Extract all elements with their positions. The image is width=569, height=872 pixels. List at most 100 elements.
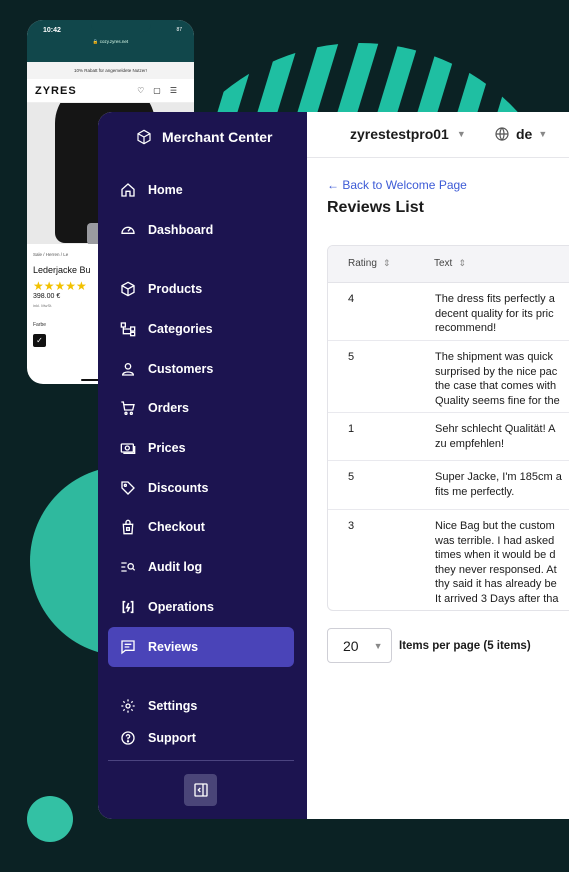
phone-notch xyxy=(91,20,151,32)
text-cell: The shipment was quick surprised by the … xyxy=(435,351,560,407)
table-row[interactable]: 5 The shipment was quick surprised by th… xyxy=(328,341,569,413)
sidebar-item-label: Products xyxy=(148,282,203,296)
chevron-down-icon: ▼ xyxy=(538,129,548,139)
sidebar-item-dashboard[interactable]: Dashboard xyxy=(108,210,294,250)
heart-icon: ♡ xyxy=(137,86,154,95)
sidebar-item-categories[interactable]: Categories xyxy=(108,309,294,349)
table-row[interactable]: 5 Super Jacke, I'm 185cm a fits me perfe… xyxy=(328,461,569,510)
column-header-label: Rating xyxy=(348,258,377,269)
sidebar-item-label: Categories xyxy=(148,322,213,336)
sidebar-item-reviews[interactable]: Reviews xyxy=(108,627,294,667)
sidebar-item-label: Home xyxy=(148,183,183,197)
sidebar-item-label: Checkout xyxy=(148,520,205,534)
rating-cell: 1 xyxy=(348,423,355,435)
table-header: Rating ⇕ Text ⇕ xyxy=(328,246,569,283)
color-swatch: ✓ xyxy=(33,334,46,347)
box-icon xyxy=(120,281,136,297)
brand-name: Merchant Center xyxy=(162,129,273,145)
store-name: zyrestestpro01 xyxy=(350,126,449,142)
sort-icon: ⇕ xyxy=(382,258,391,268)
sort-icon: ⇕ xyxy=(458,258,466,268)
page-title: Reviews List xyxy=(327,199,424,216)
rating-cell: 4 xyxy=(348,293,355,305)
sidebar-item-discounts[interactable]: Discounts xyxy=(108,468,294,508)
sidebar: Merchant Center Home Dashboard Products … xyxy=(98,112,307,819)
shop-header: ZYRES ♡▢☰ xyxy=(27,79,194,103)
table-row[interactable]: 3 Nice Bag but the custom was terrible. … xyxy=(328,510,569,610)
sidebar-item-operations[interactable]: Operations xyxy=(108,587,294,627)
column-header-rating[interactable]: Rating ⇕ xyxy=(348,258,390,269)
text-cell: Nice Bag but the custom was terrible. I … xyxy=(435,520,559,605)
brand[interactable]: Merchant Center xyxy=(134,124,272,150)
text-cell: Sehr schlecht Qualität! A zu empfehlen! xyxy=(435,423,556,450)
globe-icon xyxy=(494,126,510,142)
sidebar-item-customers[interactable]: Customers xyxy=(108,349,294,389)
sidebar-item-orders[interactable]: Orders xyxy=(108,388,294,428)
language-selector[interactable]: de ▼ xyxy=(494,126,547,142)
sidebar-item-label: Settings xyxy=(148,699,198,713)
sidebar-item-label: Prices xyxy=(148,441,186,455)
gauge-icon xyxy=(120,222,136,238)
list-search-icon xyxy=(120,559,136,575)
sidebar-item-label: Customers xyxy=(148,362,214,376)
store-selector[interactable]: zyrestestpro01 ▼ xyxy=(350,126,466,142)
money-icon xyxy=(120,440,136,456)
phone-time: 10:42 xyxy=(43,27,61,34)
table-row[interactable]: 4 The dress fits perfectly a decent qual… xyxy=(328,283,569,341)
chevron-down-icon: ▼ xyxy=(373,640,383,651)
items-per-page-label: Items per page (5 items) xyxy=(399,639,531,652)
shop-logo: ZYRES xyxy=(35,85,77,97)
phone-status-bar: 10:42 87 🔒 cozy.zyres.net xyxy=(27,20,194,62)
sidebar-item-label: Orders xyxy=(148,401,189,415)
decorative-circle-small xyxy=(27,796,73,842)
cart-icon xyxy=(120,400,136,416)
sidebar-item-audit-log[interactable]: Audit log xyxy=(108,547,294,587)
menu-icon: ☰ xyxy=(169,86,186,95)
items-per-page-value: 20 xyxy=(343,637,359,654)
column-header-label: Text xyxy=(434,258,453,269)
text-cell: The dress fits perfectly a decent qualit… xyxy=(435,293,555,334)
sidebar-divider xyxy=(108,760,294,761)
rating-cell: 5 xyxy=(348,351,355,363)
promo-banner: 10% Rabatt für angemeldete Nutzer! xyxy=(27,62,194,79)
reviews-table: Rating ⇕ Text ⇕ 4 The dress fits perfect… xyxy=(327,245,569,611)
cube-icon xyxy=(134,127,154,147)
topbar: zyrestestpro01 ▼ de ▼ xyxy=(307,112,569,158)
sidebar-item-home[interactable]: Home xyxy=(108,170,294,210)
home-icon xyxy=(120,182,136,198)
column-header-text[interactable]: Text ⇕ xyxy=(434,258,466,269)
battery-icon: 87 xyxy=(176,27,182,33)
text-cell: Super Jacke, I'm 185cm a fits me perfect… xyxy=(435,471,562,498)
sidebar-item-label: Operations xyxy=(148,600,214,614)
sync-icon xyxy=(120,599,136,615)
pagination: 20 ▼ Items per page (5 items) xyxy=(327,628,531,663)
hierarchy-icon xyxy=(120,321,136,337)
sidebar-item-prices[interactable]: Prices xyxy=(108,428,294,468)
sidebar-item-label: Audit log xyxy=(148,560,203,574)
sidebar-item-label: Dashboard xyxy=(148,223,214,237)
sidebar-item-label: Reviews xyxy=(148,640,199,654)
sidebar-item-label: Discounts xyxy=(148,481,209,495)
panel-collapse-icon xyxy=(193,782,209,798)
sidebar-item-products[interactable]: Products xyxy=(108,269,294,309)
back-link[interactable]: ← Back to Welcome Page xyxy=(327,178,467,192)
bag-icon: ▢ xyxy=(153,86,170,95)
gear-icon xyxy=(120,698,136,714)
chevron-down-icon: ▼ xyxy=(456,129,466,139)
collapse-sidebar-button[interactable] xyxy=(184,774,217,806)
sidebar-item-support[interactable]: Support xyxy=(108,718,294,758)
language-code: de xyxy=(516,126,533,142)
phone-url: 🔒 cozy.zyres.net xyxy=(92,39,129,44)
tag-icon xyxy=(120,480,136,496)
message-icon xyxy=(120,639,136,655)
user-icon xyxy=(120,361,136,377)
merchant-center-window: Merchant Center Home Dashboard Products … xyxy=(98,112,569,819)
sidebar-item-checkout[interactable]: Checkout xyxy=(108,507,294,547)
items-per-page-select[interactable]: 20 ▼ xyxy=(327,628,392,663)
sidebar-item-label: Support xyxy=(148,731,196,745)
table-row[interactable]: 1 Sehr schlecht Qualität! A zu empfehlen… xyxy=(328,413,569,461)
help-icon xyxy=(120,730,136,746)
bag-lock-icon xyxy=(120,519,136,535)
shop-header-icons: ♡▢☰ xyxy=(137,86,186,95)
main-content: zyrestestpro01 ▼ de ▼ ← Back to Welcome … xyxy=(307,112,569,819)
